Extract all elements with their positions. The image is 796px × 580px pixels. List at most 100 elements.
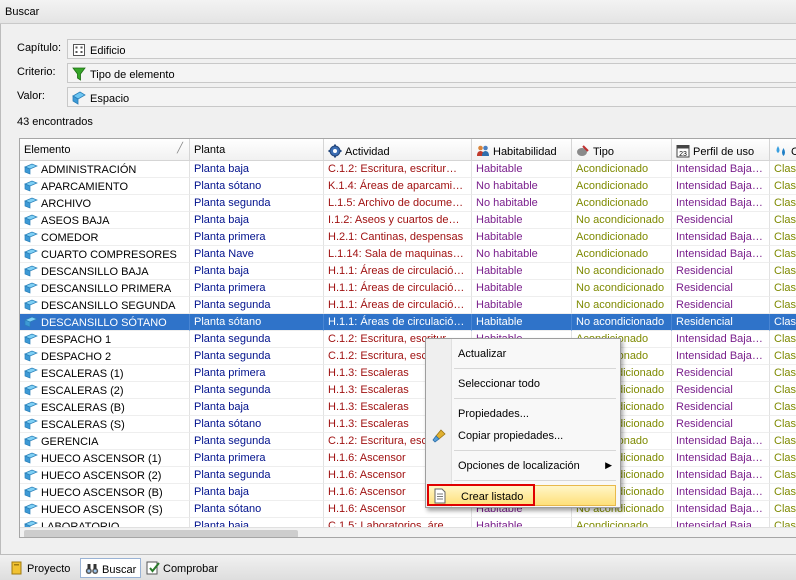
menu-item-opciones-localizacion[interactable]: Opciones de localización ▶ [426,455,620,477]
cell-text: Intensidad Baja… [676,197,763,209]
type-icon [576,144,590,158]
table-row[interactable]: HUECO ASCENSOR (1) Planta primera H.1.6: A… [20,450,796,467]
chapter-value: Edificio [90,45,126,57]
column-header-tipo[interactable]: Tipo [572,139,672,161]
table-cell: No acondicionado [572,212,672,229]
cell-text: Residencial [676,401,733,413]
tab-label: Buscar [102,564,137,576]
binoculars-icon [85,562,99,576]
cell-text: Planta sótano [194,180,262,192]
cell-text: Planta baja [194,486,250,498]
table-row[interactable]: ESCALERAS (2) Planta segunda H.1.3: Escale… [20,382,796,399]
cell-text: Acondicionado [576,520,649,527]
space-icon [24,299,38,311]
cell-text: H.1.1: Áreas de circulació… [328,282,465,294]
menu-item-label: Opciones de localización [458,460,580,472]
cell-text: K.1.4: Áreas de aparcami… [328,180,464,192]
space-icon [24,214,38,226]
cell-text: Planta segunda [194,384,271,396]
menu-item-seleccionar-todo[interactable]: Seleccionar todo [426,373,620,395]
results-grid[interactable]: Elemento ╱ Planta Actividad Habitabilida… [19,138,796,538]
table-cell: Planta segunda [190,433,324,450]
table-row[interactable]: APARCAMIENTO Planta sótano K.1.4: Áreas de… [20,178,796,195]
table-cell: Planta segunda [190,297,324,314]
table-row[interactable]: DESCANSILLO BAJA Planta baja H.1.1: Áreas … [20,263,796,280]
cell-text: H.1.3: Escaleras [328,418,409,430]
table-row[interactable]: HUECO ASCENSOR (B) Planta baja H.1.6: Asce… [20,484,796,501]
column-header-c[interactable]: C [770,139,796,161]
cell-text: Clas [774,418,796,430]
cell-text: Residencial [676,367,733,379]
cell-text: ASEOS BAJA [41,215,110,227]
cell-text: Planta sótano [194,418,262,430]
cell-text: DESCANSILLO SEGUNDA [41,300,176,312]
table-cell: Planta primera [190,365,324,382]
menu-item-actualizar[interactable]: Actualizar [426,343,620,365]
menu-separator [454,480,616,481]
table-row[interactable]: ADMINISTRACIÓN Planta baja C.1.2: Escritur… [20,161,796,178]
chapter-field[interactable]: Edificio [67,39,796,59]
table-cell: C.1.5: Laboratorios, áre… [324,518,472,527]
cell-text: H.1.6: Ascensor [328,486,406,498]
table-row[interactable]: DESCANSILLO PRIMERA Planta primera H.1.1: … [20,280,796,297]
table-row[interactable]: ESCALERAS (S) Planta sótano H.1.3: Escaler… [20,416,796,433]
table-cell: Habitable [472,280,572,297]
cell-text: Clas [774,265,796,277]
tab-proyecto[interactable]: Proyecto [6,558,74,578]
column-header-perfil[interactable]: 23 Perfil de uso [672,139,770,161]
table-row[interactable]: DESPACHO 2 Planta segunda C.1.2: Escritura… [20,348,796,365]
tab-buscar[interactable]: Buscar [80,558,142,578]
table-row[interactable]: COMEDOR Planta primera H.2.1: Cantinas, de… [20,229,796,246]
table-row[interactable]: HUECO ASCENSOR (S) Planta sótano H.1.6: As… [20,501,796,518]
cell-text: Planta segunda [194,333,271,345]
column-header-elemento[interactable]: Elemento ╱ [20,139,190,161]
column-header-planta[interactable]: Planta [190,139,324,161]
table-row[interactable]: DESPACHO 1 Planta segunda C.1.2: Escritura… [20,331,796,348]
table-cell: Planta Nave [190,246,324,263]
cell-text: Planta primera [194,452,266,464]
table-row[interactable]: DESCANSILLO SÓTANO Planta sótano H.1.1: Ár… [20,314,796,331]
space-icon [24,180,38,192]
table-cell: Clas [770,178,796,195]
table-cell: Planta segunda [190,382,324,399]
table-row[interactable]: CUARTO COMPRESORES Planta Nave L.1.14: Sal… [20,246,796,263]
highlight-box [427,484,535,506]
menu-item-copiar-propiedades[interactable]: Copiar propiedades... [426,425,620,447]
table-row[interactable]: DESCANSILLO SEGUNDA Planta segunda H.1.1: … [20,297,796,314]
table-row[interactable]: ESCALERAS (B) Planta baja H.1.3: Escaleras… [20,399,796,416]
value-field[interactable]: Espacio [67,87,796,107]
tab-label: Comprobar [163,563,219,575]
horizontal-scrollbar[interactable] [20,527,796,537]
cell-text: Residencial [676,214,733,226]
table-cell: Intensidad Baja… [672,484,770,501]
space-icon [24,265,38,277]
cell-text: Planta segunda [194,197,271,209]
table-cell: DESCANSILLO BAJA [20,263,190,280]
column-header-actividad[interactable]: Actividad [324,139,472,161]
cell-text: Intensidad Baja… [676,231,763,243]
cell-text: Clas [774,180,796,192]
cell-text: Habitable [476,299,523,311]
table-row[interactable]: ESCALERAS (1) Planta primera H.1.3: Escale… [20,365,796,382]
submenu-arrow-icon: ▶ [605,460,612,470]
column-header-habitabilidad[interactable]: Habitabilidad [472,139,572,161]
menu-separator [454,450,616,451]
criterion-field[interactable]: Tipo de elemento [67,63,796,83]
tab-comprobar[interactable]: Comprobar [142,558,222,578]
table-row[interactable]: GERENCIA Planta segunda C.1.2: Escritura, … [20,433,796,450]
table-row[interactable]: ASEOS BAJA Planta baja I.1.2: Aseos y cuar… [20,212,796,229]
cell-text: Planta segunda [194,299,271,311]
table-cell: Clas [770,212,796,229]
cell-text: Clas [774,520,796,527]
menu-item-propiedades[interactable]: Propiedades... [426,403,620,425]
cell-text: Habitable [476,214,523,226]
table-row[interactable]: LABORATORIO Planta baja C.1.5: Laboratorio… [20,518,796,527]
table-row[interactable]: ARCHIVO Planta segunda L.1.5: Archivo de d… [20,195,796,212]
table-row[interactable]: HUECO ASCENSOR (2) Planta segunda H.1.6: A… [20,467,796,484]
scrollbar-thumb[interactable] [24,530,298,537]
table-cell: Habitable [472,314,572,331]
table-cell: ADMINISTRACIÓN [20,161,190,178]
table-cell: Residencial [672,399,770,416]
cell-text: DESCANSILLO PRIMERA [41,283,172,295]
table-cell: Planta primera [190,280,324,297]
